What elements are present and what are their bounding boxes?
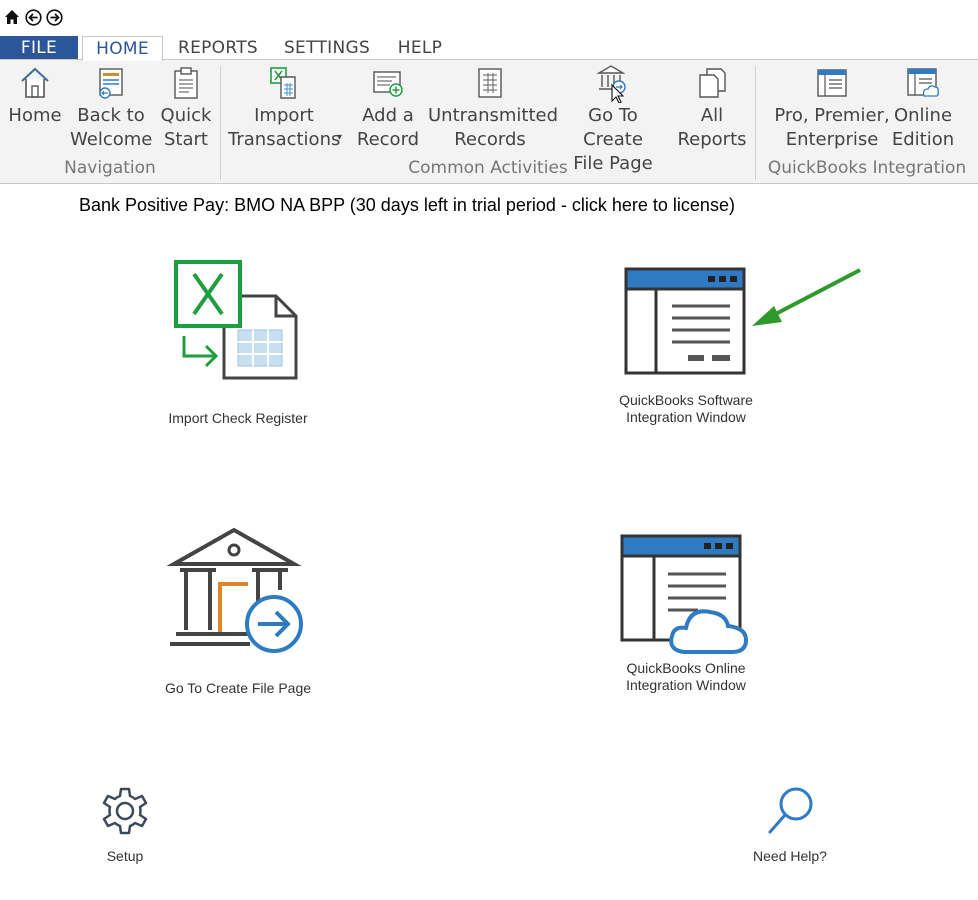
bank-arrow-icon <box>166 527 303 653</box>
welcome-page-icon <box>70 62 152 104</box>
go-to-create-file-page-button[interactable]: Go To Create File Page <box>556 62 670 174</box>
online-edition-button[interactable]: Online Edition <box>888 62 958 158</box>
back-icon[interactable] <box>24 8 42 26</box>
quickbooks-software-integration-label: QuickBooks Software Integration Window <box>619 392 753 425</box>
home-icon[interactable] <box>3 8 21 26</box>
untransmitted-records-button[interactable]: Untransmitted Records <box>428 62 558 158</box>
ribbon: Home Back to Welcome Quick Start Navigat… <box>0 59 978 184</box>
back-to-welcome-button[interactable]: Back to Welcome <box>70 62 152 158</box>
online-window-icon <box>620 534 749 654</box>
tab-file[interactable]: FILE <box>0 36 78 60</box>
need-help-label: Need Help? <box>753 848 827 864</box>
excel-import-icon <box>228 62 340 104</box>
all-reports-button[interactable]: All Reports <box>676 62 748 158</box>
spreadsheet-icon <box>428 62 552 104</box>
house-icon <box>4 62 66 104</box>
excel-import-icon <box>174 260 298 380</box>
online-window-icon <box>888 62 958 104</box>
search-icon <box>768 787 813 834</box>
setup-label: Setup <box>106 848 144 864</box>
import-check-register-tile[interactable]: Import Check Register <box>150 258 326 427</box>
trial-license-banner[interactable]: Bank Positive Pay: BMO NA BPP (30 days l… <box>79 195 735 216</box>
import-dropdown-chevron-down-icon[interactable]: ▾ <box>337 132 342 143</box>
tab-home[interactable]: HOME <box>82 36 163 61</box>
tab-settings[interactable]: SETTINGS <box>278 36 376 60</box>
quick-access-toolbar <box>0 0 978 36</box>
quickbooks-online-integration-label: QuickBooks Online Integration Window <box>626 660 746 693</box>
need-help-button[interactable]: Need Help? <box>740 786 840 865</box>
add-record-icon <box>354 62 422 104</box>
quickbooks-online-integration-tile[interactable]: QuickBooks Online Integration Window <box>598 532 774 694</box>
desktop-window-icon <box>770 62 894 104</box>
green-arrow-annotation <box>752 268 861 326</box>
quick-start-button[interactable]: Quick Start <box>156 62 216 158</box>
forward-icon[interactable] <box>45 8 63 26</box>
import-transactions-button[interactable]: Import Transactions <box>228 62 340 158</box>
home-button[interactable]: Home <box>4 62 66 158</box>
import-check-register-label: Import Check Register <box>168 410 308 426</box>
clipboard-icon <box>156 62 216 104</box>
pro-premier-enterprise-button[interactable]: Pro, Premier, Enterprise <box>770 62 894 158</box>
add-a-record-button[interactable]: Add a Record <box>354 62 422 158</box>
bank-arrow-icon <box>556 62 670 104</box>
tab-help[interactable]: HELP <box>392 36 448 60</box>
group-label-common-activities: Common Activities <box>408 158 568 178</box>
go-to-create-file-page-tile[interactable]: Go To Create File Page <box>150 526 326 697</box>
ribbon-tab-bar: FILE HOME REPORTS SETTINGS HELP <box>0 36 978 61</box>
group-separator <box>220 66 221 180</box>
gear-icon <box>102 787 148 835</box>
group-label-quickbooks-integration: QuickBooks Integration <box>767 158 967 178</box>
reports-icon <box>676 62 748 104</box>
setup-button[interactable]: Setup <box>85 786 165 865</box>
group-label-navigation: Navigation <box>64 158 156 178</box>
tab-reports[interactable]: REPORTS <box>170 36 266 60</box>
go-to-create-file-page-label: Go To Create File Page <box>164 680 312 696</box>
